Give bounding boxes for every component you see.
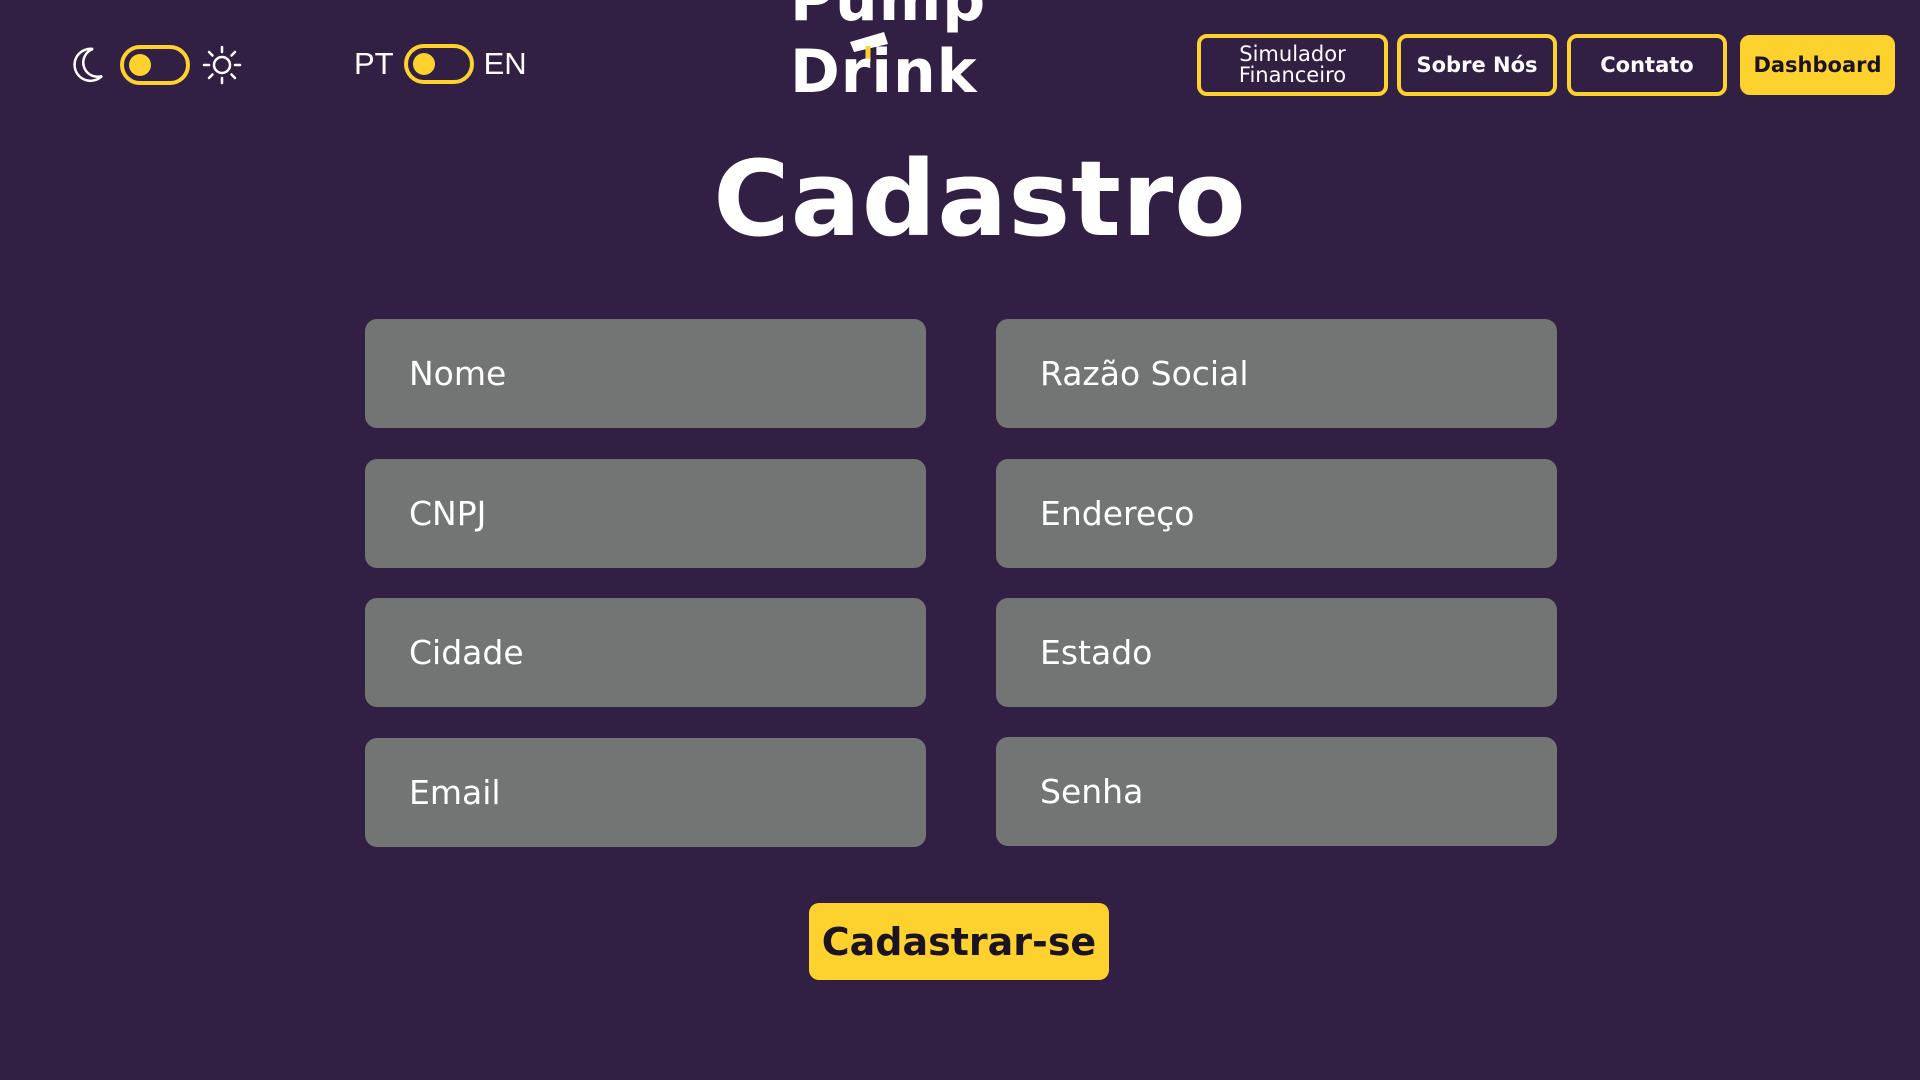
nav-sobre-nos-button[interactable]: Sobre Nós (1397, 34, 1557, 96)
endereco-input[interactable]: Endereço (996, 459, 1557, 568)
page-title: Cadastro (713, 138, 1247, 260)
language-switch[interactable] (403, 44, 474, 84)
logo[interactable]: Pump Drink (790, 0, 1130, 108)
email-input[interactable]: Email (365, 738, 926, 847)
cadastrar-se-button[interactable]: Cadastrar-se (809, 903, 1109, 980)
language-switch-knob (412, 53, 435, 75)
cnpj-input[interactable]: CNPJ (365, 459, 926, 568)
nav-contato-button[interactable]: Contato (1567, 34, 1727, 96)
endereco-placeholder: Endereço (1040, 494, 1195, 533)
nome-input[interactable]: Nome (365, 319, 926, 428)
theme-switch-knob (129, 54, 151, 76)
logo-text: Pump Drink (790, 0, 987, 107)
language-toggle: PT EN (354, 42, 527, 86)
cidade-input[interactable]: Cidade (365, 598, 926, 707)
sun-icon (202, 45, 242, 85)
cidade-placeholder: Cidade (409, 633, 524, 672)
nav-simulador-line2: Financeiro (1238, 63, 1347, 87)
razao-social-input[interactable]: Razão Social (996, 319, 1557, 428)
language-label-pt: PT (354, 46, 394, 81)
cnpj-placeholder: CNPJ (409, 494, 487, 533)
senha-placeholder: Senha (1040, 772, 1144, 811)
header: PT EN Pump Drink Simulador Financeiro So… (0, 0, 1920, 130)
nav-simulador-financeiro-button[interactable]: Simulador Financeiro (1197, 34, 1388, 96)
email-placeholder: Email (409, 773, 501, 812)
senha-input[interactable]: Senha (996, 737, 1557, 846)
theme-toggle (68, 44, 242, 86)
nome-placeholder: Nome (409, 354, 507, 393)
nav-simulador-line1: Simulador (1239, 42, 1346, 66)
nav-dashboard-button[interactable]: Dashboard (1740, 35, 1895, 95)
razao-social-placeholder: Razão Social (1040, 354, 1249, 393)
language-label-en: EN (483, 46, 527, 81)
estado-placeholder: Estado (1040, 633, 1153, 672)
moon-icon (68, 45, 108, 85)
estado-input[interactable]: Estado (996, 598, 1557, 707)
theme-switch[interactable] (120, 45, 190, 85)
